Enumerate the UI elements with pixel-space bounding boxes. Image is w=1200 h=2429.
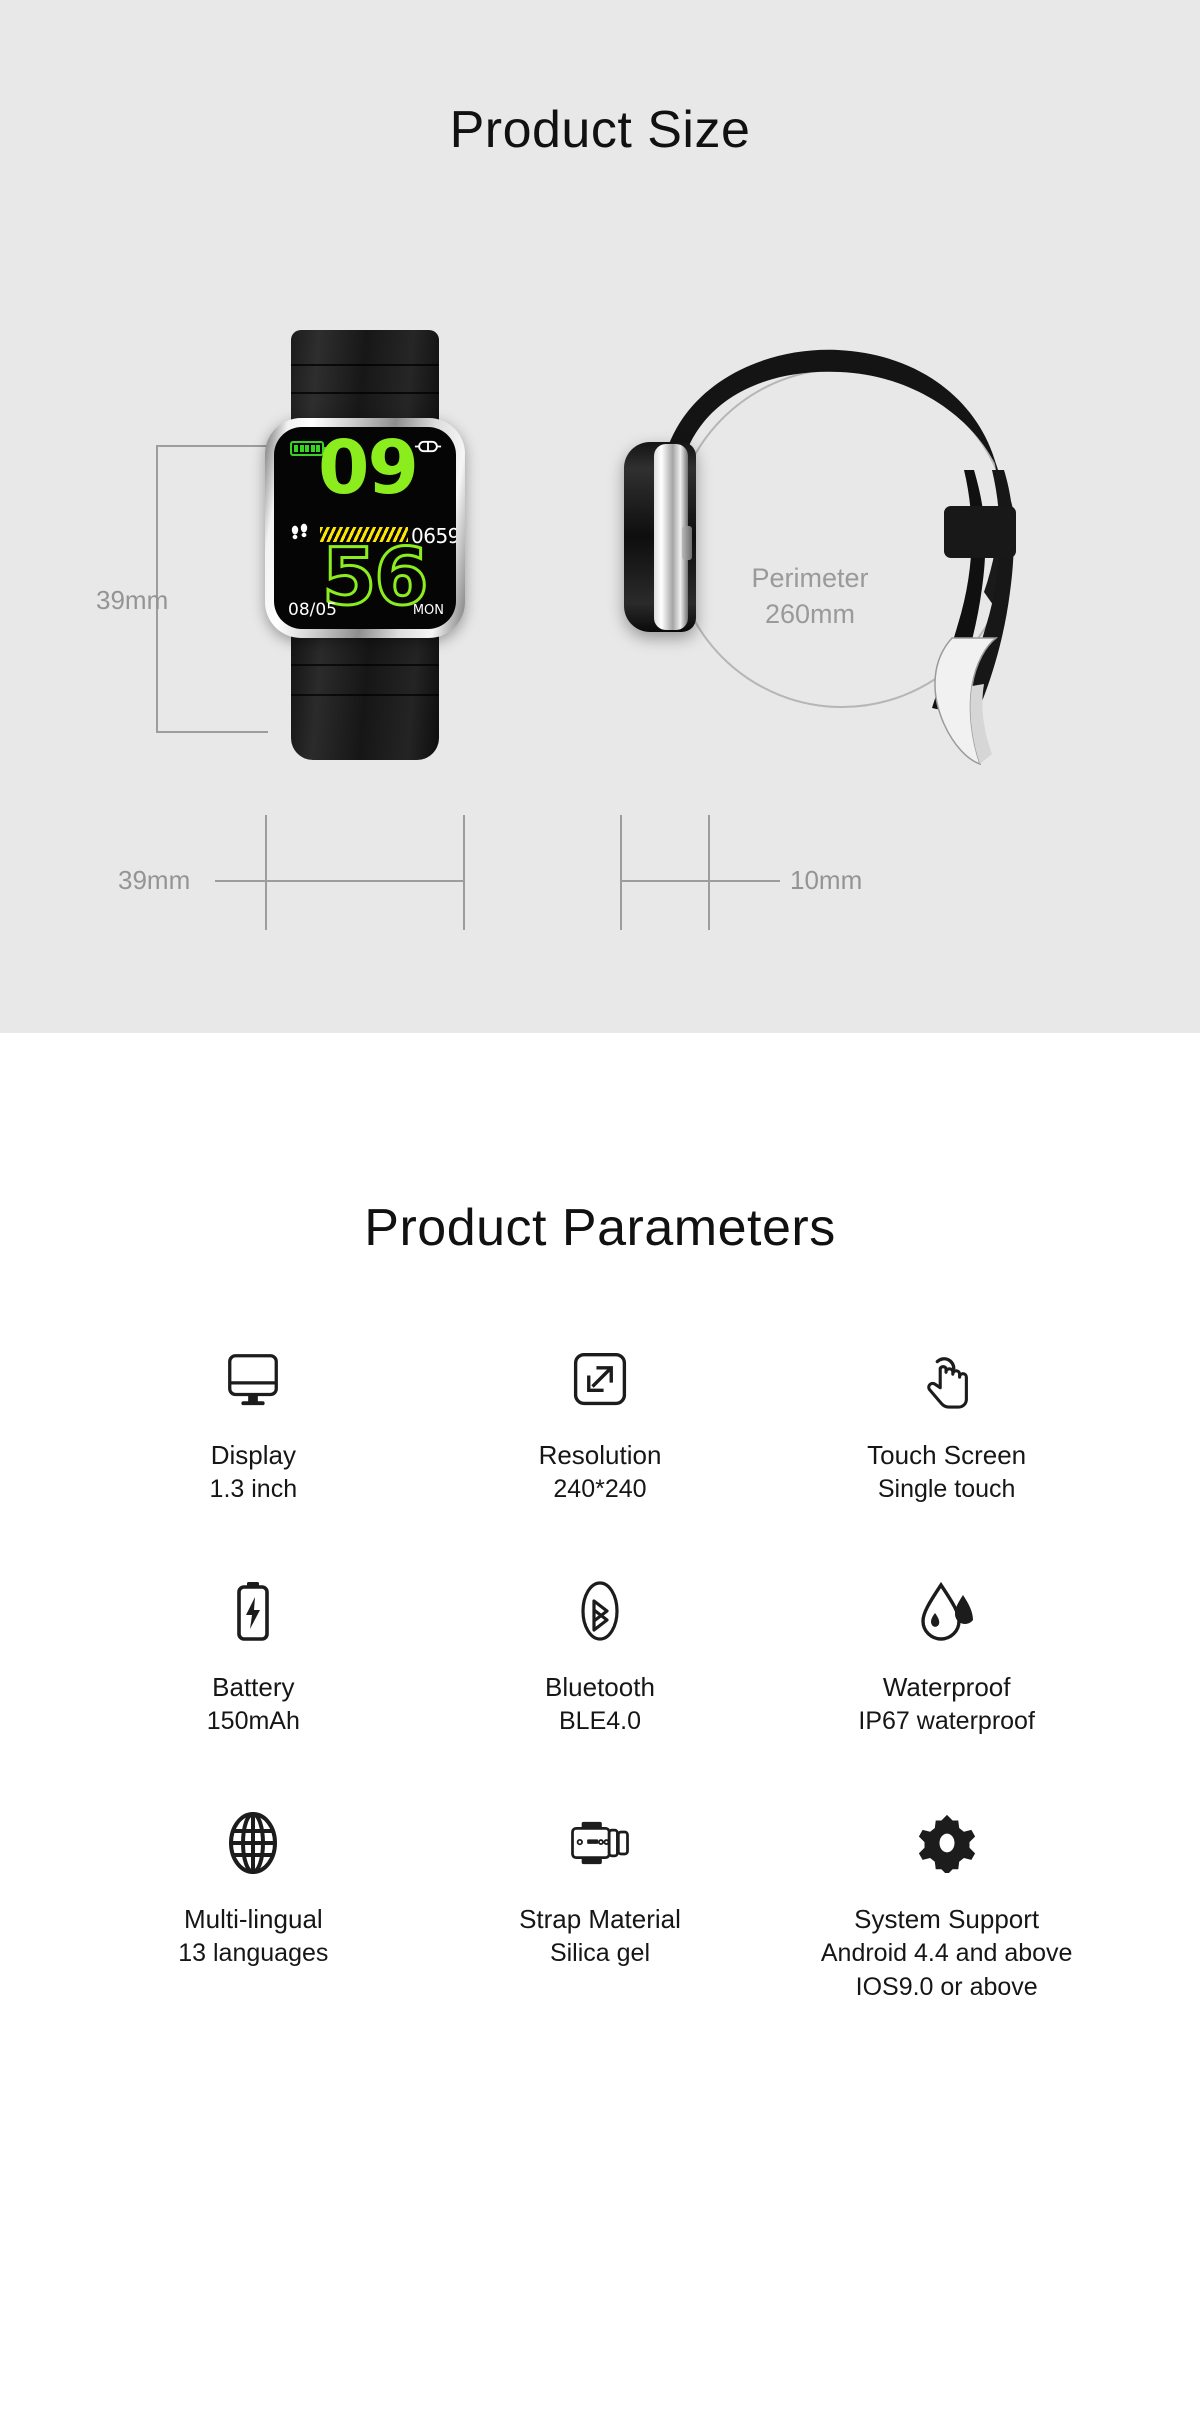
parameters-title: Product Parameters [364,1199,836,1257]
thickness-tick-right [708,815,710,930]
param-value: 240*240 [553,1475,647,1503]
height-dimension-label: 39mm [96,585,169,615]
param-label: Touch Screen [867,1440,1027,1470]
param-value: 13 languages [178,1939,329,1967]
param-label: Multi-lingual [183,1904,323,1934]
param-battery: Battery 150mAh [80,1568,427,1738]
param-value: IP67 waterproof [858,1707,1035,1735]
param-label: System Support [854,1904,1040,1934]
param-value: Silica gel [549,1939,651,1967]
strap-icon [567,1800,633,1886]
width-tick-left [265,815,267,930]
param-waterproof: Waterproof IP67 waterproof [773,1568,1120,1738]
watch-strap-bottom [291,632,439,760]
water-drop-icon [915,1568,979,1654]
size-diagram: 39mm 39mm 10mm 09 0659 56 08/05 MON Peri… [0,0,1200,1033]
width-dimension-label: 39mm [118,865,191,895]
param-label: Waterproof [882,1672,1011,1702]
param-bluetooth: Bluetooth BLE4.0 [427,1568,774,1738]
param-value: BLE4.0 [558,1707,641,1735]
watch-screen: 09 06597 56 08/05 MON [274,427,456,629]
watch-case: 09 06597 56 08/05 MON [265,418,465,638]
param-value: 150mAh [206,1707,300,1735]
param-system-support: System Support Android 4.4 and above IOS… [773,1800,1120,2004]
param-label: Bluetooth [545,1672,655,1702]
watch-weekday: MON [412,603,444,618]
width-tick-right [463,815,465,930]
touch-hand-icon [916,1336,978,1422]
product-size-section: Product Size 39mm 39mm 10mm 09 0659 56 0… [0,0,1200,1033]
watch-hour: 09 [318,427,419,511]
watch-side-button[interactable] [682,526,692,560]
height-tick-top [156,445,268,447]
param-label: Strap Material [519,1904,681,1934]
param-resolution: Resolution 240*240 [427,1336,774,1506]
product-parameters-section: Product Parameters Display 1.3 inch Reso… [0,1033,1200,2004]
height-tick-bottom [156,731,268,733]
thickness-dimension-label: 10mm [790,865,863,895]
param-label: Resolution [538,1440,662,1470]
param-touch-screen: Touch Screen Single touch [773,1336,1120,1506]
monitor-icon [222,1336,284,1422]
perimeter-value: 260mm [764,599,856,629]
param-value-secondary: IOS9.0 or above [855,1973,1038,2001]
param-strap-material: Strap Material Silica gel [427,1800,774,2004]
width-dimension-line [215,880,463,882]
param-value: Android 4.4 and above [820,1939,1073,1967]
globe-icon [224,1800,282,1886]
parameters-grid: Display 1.3 inch Resolution 240*240 Touc… [80,1336,1120,2004]
perimeter-title: Perimeter [751,563,869,593]
gear-icon [917,1800,977,1886]
watch-date: 08/05 [288,600,337,620]
thickness-tick-left [620,815,622,930]
param-multi-lingual: Multi-lingual 13 languages [80,1800,427,2004]
link-icon [414,439,442,454]
param-value: Single touch [877,1475,1016,1503]
resize-icon [570,1336,630,1422]
perimeter-label: Perimeter 260mm [710,560,910,632]
thickness-dimension-line [620,880,780,882]
battery-icon [230,1568,276,1654]
bluetooth-icon [576,1568,624,1654]
param-label: Display [210,1440,296,1470]
watch-front-view: 09 06597 56 08/05 MON [265,330,465,760]
param-value: 1.3 inch [209,1475,298,1503]
param-label: Battery [212,1672,295,1702]
watch-minute: 56 [321,533,431,623]
param-display: Display 1.3 inch [80,1336,427,1506]
footsteps-icon [289,523,311,545]
watch-side-view: Perimeter 260mm [600,320,1060,790]
